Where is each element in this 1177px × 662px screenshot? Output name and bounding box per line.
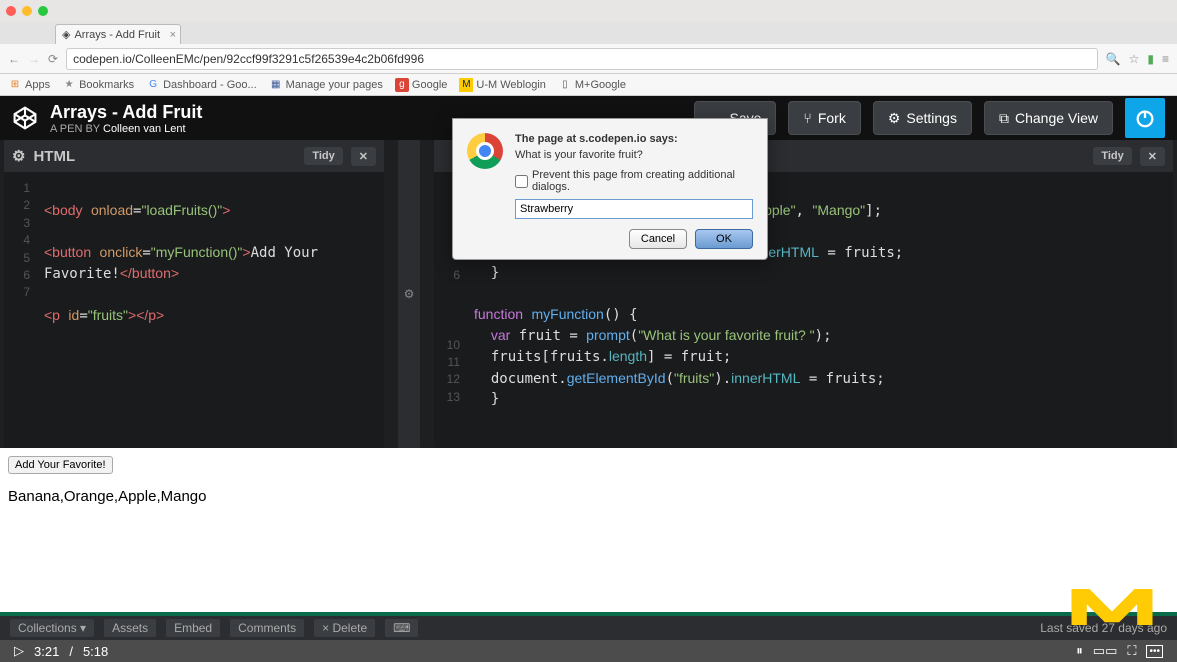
change-view-button[interactable]: ⧉Change View — [984, 101, 1113, 135]
minimize-dot[interactable] — [22, 6, 32, 16]
search-icon[interactable]: 🔍 — [1106, 52, 1121, 66]
fork-icon: ⑂ — [803, 110, 811, 126]
url-input[interactable]: codepen.io/ColleenEMc/pen/92ccf99f3291c5… — [66, 48, 1098, 70]
dialog-message: What is your favorite fruit? — [515, 149, 753, 161]
delete-button[interactable]: × Delete — [314, 619, 375, 637]
tab-close-icon[interactable]: × — [170, 29, 176, 41]
pause-icon[interactable]: ⏸ — [1076, 643, 1083, 659]
url-text: codepen.io/ColleenEMc/pen/92ccf99f3291c5… — [73, 52, 424, 66]
cancel-button[interactable]: Cancel — [629, 229, 687, 249]
html-pane: ⚙ HTML Tidy ✕ 1 2 3 4 5 6 7<body onload=… — [4, 140, 384, 448]
address-bar: ← → ⟳ codepen.io/ColleenEMc/pen/92ccf99f… — [0, 44, 1177, 74]
bookmark-google[interactable]: gGoogle — [395, 78, 447, 92]
codepen-footer: Collections ▾ Assets Embed Comments × De… — [0, 616, 1177, 640]
tab-strip: ◈ Arrays - Add Fruit × — [0, 22, 1177, 44]
fullscreen-icon[interactable]: ⛶ — [1127, 643, 1136, 659]
fruits-output: Banana,Orange,Apple,Mango — [8, 488, 1169, 505]
add-favorite-button[interactable]: Add Your Favorite! — [8, 456, 113, 474]
time-current: 3:21 — [34, 644, 59, 659]
zoom-dot[interactable] — [38, 6, 48, 16]
michigan-logo-icon — [1067, 575, 1157, 630]
codepen-favicon-icon: ◈ — [62, 28, 70, 41]
extension-icon[interactable]: ▮ — [1147, 52, 1154, 66]
keyboard-icon[interactable]: ⌨ — [385, 619, 418, 637]
volume-icon[interactable]: ▭▭ — [1093, 643, 1118, 659]
close-pane-icon[interactable]: ✕ — [1140, 147, 1165, 166]
gear-icon: ⚙ — [404, 287, 415, 301]
collections-button[interactable]: Collections ▾ — [10, 619, 94, 637]
prevent-checkbox-input[interactable] — [515, 175, 528, 188]
video-controls: ▷ 3:21 / 5:18 ⏸ ▭▭ ⛶ ••• — [0, 640, 1177, 662]
assets-button[interactable]: Assets — [104, 619, 156, 637]
gear-icon: ⚙ — [888, 110, 901, 127]
bookmark-um-weblogin[interactable]: MU-M Weblogin — [459, 78, 546, 92]
back-button[interactable]: ← — [8, 52, 20, 66]
line-gutter: 1 2 3 4 5 6 7 — [4, 180, 36, 302]
browser-tab[interactable]: ◈ Arrays - Add Fruit × — [55, 24, 181, 44]
ok-button[interactable]: OK — [695, 229, 753, 249]
css-pane-collapsed[interactable]: ⚙ — [398, 140, 420, 448]
codepen-logo-icon — [12, 105, 38, 131]
fork-button[interactable]: ⑂Fork — [788, 101, 860, 135]
dialog-title: The page at s.codepen.io says: — [515, 133, 753, 145]
forward-button[interactable]: → — [28, 52, 40, 66]
prevent-dialogs-checkbox[interactable]: Prevent this page from creating addition… — [515, 169, 753, 193]
close-pane-icon[interactable]: ✕ — [351, 147, 376, 166]
js-prompt-dialog: The page at s.codepen.io says: What is y… — [452, 118, 768, 260]
comments-button[interactable]: Comments — [230, 619, 304, 637]
settings-button[interactable]: ⚙Settings — [873, 101, 972, 135]
time-sep: / — [69, 644, 73, 659]
html-editor[interactable]: 1 2 3 4 5 6 7<body onload="loadFruits()"… — [4, 172, 384, 448]
logout-button[interactable] — [1125, 98, 1165, 138]
bookmarks-bar: ⊞Apps ★Bookmarks GDashboard - Goo... ▦Ma… — [0, 74, 1177, 96]
reload-button[interactable]: ⟳ — [48, 52, 58, 66]
chrome-icon — [467, 133, 503, 169]
tidy-button[interactable]: Tidy — [304, 147, 342, 165]
layout-icon: ⧉ — [999, 110, 1009, 127]
embed-button[interactable]: Embed — [166, 619, 220, 637]
time-total: 5:18 — [83, 644, 108, 659]
bookmark-bookmarks[interactable]: ★Bookmarks — [62, 78, 134, 92]
tab-title: Arrays - Add Fruit — [74, 29, 160, 41]
gear-icon[interactable]: ⚙ — [12, 147, 25, 165]
bookmark-manage-pages[interactable]: ▦Manage your pages — [269, 78, 383, 92]
prompt-input[interactable] — [515, 199, 753, 219]
menu-icon[interactable]: ≡ — [1162, 52, 1169, 66]
power-icon — [1134, 107, 1156, 129]
preview-pane: Add Your Favorite! Banana,Orange,Apple,M… — [0, 448, 1177, 618]
play-icon[interactable]: ▷ — [14, 643, 24, 659]
bookmark-apps[interactable]: ⊞Apps — [8, 78, 50, 92]
close-dot[interactable] — [6, 6, 16, 16]
mac-titlebar — [0, 0, 1177, 22]
pane-label-html: HTML — [33, 148, 75, 165]
bookmark-dashboard[interactable]: GDashboard - Goo... — [146, 78, 257, 92]
bookmark-mgoogle[interactable]: ▯M+Google — [558, 78, 626, 92]
tidy-button[interactable]: Tidy — [1093, 147, 1131, 165]
star-icon[interactable]: ☆ — [1129, 52, 1140, 66]
captions-icon[interactable]: ••• — [1146, 645, 1163, 658]
